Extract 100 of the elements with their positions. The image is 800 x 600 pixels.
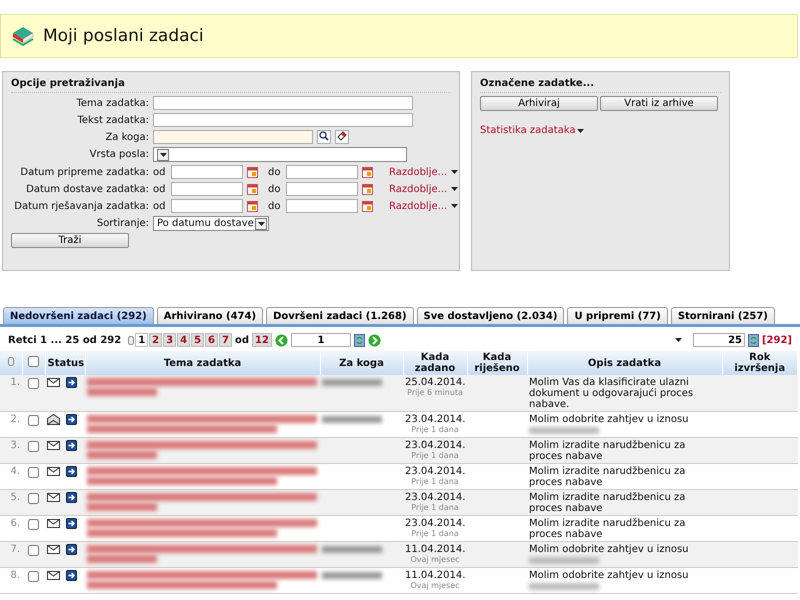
dropdown-arrow-icon[interactable]: [451, 187, 458, 191]
column-header[interactable]: Kada riješeno: [467, 351, 527, 375]
relative-time: Ovaj mjesec: [409, 555, 461, 564]
panel-title: Opcije pretraživanja: [11, 78, 451, 93]
period-link[interactable]: Razdoblje...: [389, 184, 448, 194]
from-label: od: [153, 184, 166, 194]
row-checkbox[interactable]: [28, 378, 39, 389]
calendar-icon[interactable]: [362, 200, 373, 212]
arrow-icon[interactable]: [66, 544, 77, 555]
tab[interactable]: Nedovršeni zadaci (292): [3, 307, 154, 324]
to-label: do: [268, 200, 282, 212]
refresh-icon[interactable]: [354, 334, 365, 346]
tab[interactable]: Stornirani (257): [670, 307, 775, 324]
arrow-icon[interactable]: [66, 377, 77, 388]
page-button[interactable]: 4: [177, 333, 190, 347]
calendar-icon[interactable]: [247, 200, 258, 212]
date-field[interactable]: [171, 199, 243, 213]
previous-icon[interactable]: [274, 334, 288, 346]
eraser-icon[interactable]: [335, 130, 349, 144]
dropdown-arrow-icon[interactable]: [576, 128, 584, 132]
tab[interactable]: U pripremi (77): [567, 307, 668, 324]
redacted-text: [529, 427, 599, 434]
arrow-icon[interactable]: [66, 440, 77, 451]
arrow-icon[interactable]: [66, 466, 77, 477]
assigned-date: 11.04.2014.: [405, 544, 466, 555]
redacted-text: [87, 555, 157, 563]
text-field[interactable]: [153, 113, 413, 127]
page-size-field[interactable]: 25: [692, 333, 745, 347]
calendar-icon[interactable]: [362, 166, 373, 178]
row-checkbox[interactable]: [28, 519, 39, 530]
assigned-date: 23.04.2014.: [405, 440, 466, 451]
date-field[interactable]: [286, 165, 358, 179]
text-field[interactable]: [153, 130, 313, 144]
dropdown-arrow-icon[interactable]: [451, 204, 458, 208]
arrow-icon[interactable]: [66, 518, 77, 529]
field-label: Datum rješavanja zadatka:: [13, 200, 149, 212]
page-button[interactable]: 5: [191, 333, 204, 347]
envelope-icon: [47, 441, 60, 450]
dropdown-arrow-icon[interactable]: [451, 170, 458, 174]
period-link[interactable]: Razdoblje...: [389, 166, 448, 178]
column-header[interactable]: Status: [45, 351, 85, 375]
search-icon[interactable]: [317, 130, 331, 144]
column-header[interactable]: Kada zadano: [403, 351, 467, 375]
column-header[interactable]: Za koga: [320, 351, 403, 375]
page-button[interactable]: 3: [163, 333, 176, 347]
redacted-text: [87, 503, 157, 511]
row-checkbox[interactable]: [28, 441, 39, 452]
page-button[interactable]: 1: [135, 333, 148, 347]
row-checkbox[interactable]: [28, 493, 39, 504]
date-field[interactable]: [286, 182, 358, 196]
calendar-icon[interactable]: [247, 166, 258, 178]
row-checkbox[interactable]: [28, 571, 39, 582]
calendar-icon[interactable]: [362, 184, 373, 194]
column-header[interactable]: Rok izvršenja: [722, 351, 798, 375]
row-checkbox[interactable]: [28, 415, 39, 426]
caret-icon[interactable]: [160, 152, 166, 156]
text-field[interactable]: [153, 96, 413, 110]
assigned-date: 11.04.2014.: [405, 570, 466, 581]
next-icon[interactable]: [368, 334, 381, 346]
date-field[interactable]: [286, 199, 358, 213]
redacted-text: [322, 572, 382, 579]
dropdown-arrow-icon[interactable]: [674, 338, 682, 342]
statistics-link[interactable]: Statistika zadataka: [480, 125, 576, 136]
tab[interactable]: Dovršeni zadaci (1.268): [266, 307, 414, 324]
task-description: Molim izradite narudžbenicu za proces nabave: [529, 466, 686, 488]
relative-time: Prije 1 dana: [410, 451, 460, 460]
envelope-icon: [47, 545, 60, 554]
period-link[interactable]: Razdoblje...: [389, 200, 448, 212]
select-all-checkbox[interactable]: [28, 356, 39, 367]
relative-time: Prije 6 minuta: [406, 388, 464, 397]
row-checkbox[interactable]: [28, 467, 39, 478]
date-field[interactable]: [171, 165, 243, 179]
page-button[interactable]: 7: [219, 333, 232, 347]
search-button[interactable]: Traži: [11, 233, 129, 248]
page-title: Moji poslani zadaci: [43, 26, 204, 46]
task-description: Molim izradite narudžbenicu za proces nabave: [529, 518, 686, 540]
action-button[interactable]: Vrati iz arhive: [600, 96, 718, 111]
tab[interactable]: Arhivirano (474): [156, 307, 264, 324]
page-button[interactable]: 12: [252, 333, 272, 347]
date-field[interactable]: [171, 182, 243, 196]
assigned-date: 25.04.2014.: [405, 377, 466, 388]
page-button[interactable]: 6: [205, 333, 218, 347]
refresh-icon[interactable]: [748, 334, 759, 346]
arrow-icon[interactable]: [66, 492, 77, 503]
caret-icon[interactable]: [258, 222, 264, 226]
calendar-icon[interactable]: [247, 184, 258, 194]
arrow-icon[interactable]: [66, 570, 77, 581]
arrow-icon[interactable]: [66, 414, 77, 425]
field-label: Datum dostave zadatka:: [25, 184, 149, 194]
page-field[interactable]: 1: [290, 333, 351, 347]
tab[interactable]: Sve dostavljeno (2.034): [416, 307, 564, 324]
page-button[interactable]: 2: [149, 333, 162, 347]
row-checkbox[interactable]: [28, 545, 39, 556]
column-header[interactable]: Opis zadatka: [527, 351, 722, 375]
redacted-text: [529, 557, 599, 564]
task-description: Molim izradite narudžbenicu za proces nabave: [529, 492, 686, 514]
column-header[interactable]: Tema zadatka: [85, 351, 320, 375]
action-button[interactable]: Arhiviraj: [480, 96, 598, 111]
open-envelope-icon: [47, 414, 60, 425]
sort-select[interactable]: Po datumu dostave: [153, 216, 269, 231]
